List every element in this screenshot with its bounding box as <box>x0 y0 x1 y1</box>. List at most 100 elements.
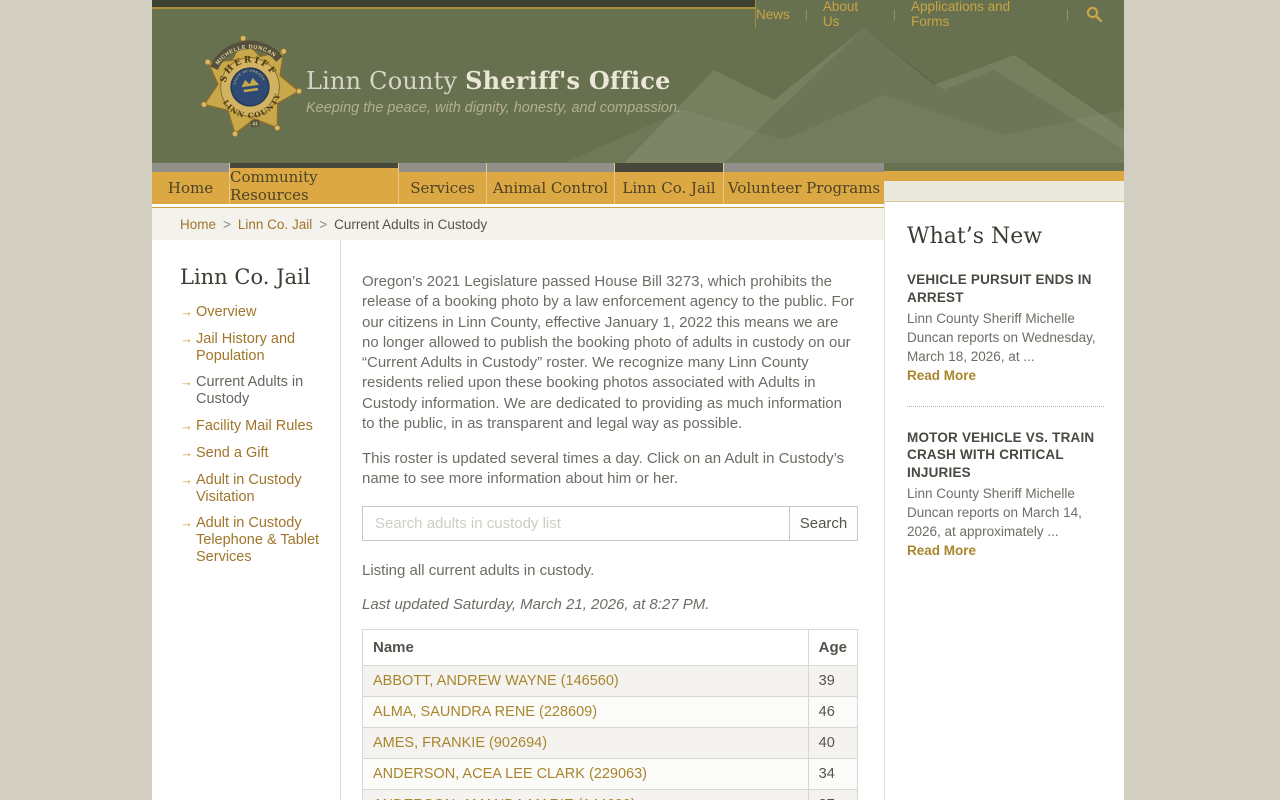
table-row: ABBOTT, ANDREW WAYNE (146560) 39 <box>362 665 859 697</box>
menu-item-facility-mail-rules[interactable]: → Facility Mail Rules <box>180 418 328 435</box>
menu-item-jail-history[interactable]: → Jail History and Population <box>180 331 328 365</box>
content-columns: Linn Co. Jail → Overview → Jail History … <box>152 240 884 800</box>
inmate-age: 34 <box>807 758 859 790</box>
inmate-name-link[interactable]: ABBOTT, ANDREW WAYNE (146560) <box>373 673 619 689</box>
jail-sidebar-title: Linn Co. Jail <box>180 265 311 289</box>
table-row: ANDERSON, ACEA LEE CLARK (229063) 34 <box>362 758 859 790</box>
tab-label: Community Resources <box>229 168 398 204</box>
separator: | <box>804 7 808 21</box>
tab-label: Linn Co. Jail <box>614 172 723 204</box>
breadcrumb: Home > Linn Co. Jail > Current Adults in… <box>152 207 884 240</box>
inmate-name-link[interactable]: AMES, FRANKIE (902694) <box>373 735 547 751</box>
utility-link-applications-forms[interactable]: Applications and Forms <box>911 0 1051 29</box>
arrow-icon: → <box>180 444 193 460</box>
tab-label: Services <box>398 172 486 204</box>
main-content: Oregon’s 2021 Legislature passed House B… <box>341 240 883 800</box>
menu-current-page[interactable]: Current Adults in Custody <box>196 374 303 407</box>
menu-item-telephone-tablet[interactable]: → Adult in Custody Telephone & Tablet Se… <box>180 515 328 565</box>
inmate-name-link[interactable]: ALMA, SAUNDRA RENE (228609) <box>373 704 597 720</box>
breadcrumb-current: Current Adults in Custody <box>334 216 488 232</box>
site-tagline: Keeping the peace, with dignity, honesty… <box>306 100 682 116</box>
news-item-excerpt: Linn County Sheriff Michelle Duncan repo… <box>907 486 1082 540</box>
site-title-regular: Linn County <box>306 67 458 95</box>
table-row: ALMA, SAUNDRA RENE (228609) 46 <box>362 696 859 728</box>
menu-link[interactable]: Jail History and Population <box>196 331 295 364</box>
tab-label: Volunteer Programs <box>723 172 884 204</box>
arrow-icon: → <box>180 471 193 487</box>
page: News | About Us | Applications and Forms… <box>152 0 1124 800</box>
jail-menu: → Overview → Jail History and Population… <box>180 304 328 566</box>
sidebar-green-strip <box>884 163 1124 171</box>
sheriff-badge-logo[interactable]: MICHELLE DUNCAN SHERIFF LINN COUNTY STAT… <box>198 34 303 140</box>
inmate-age: 39 <box>807 665 859 697</box>
intro-paragraph: Oregon’s 2021 Legislature passed House B… <box>362 273 854 432</box>
arrow-icon: → <box>180 418 193 434</box>
menu-link[interactable]: Send a Gift <box>196 445 269 461</box>
tab-linn-co-jail[interactable]: Linn Co. Jail <box>614 163 723 204</box>
news-item-excerpt: Linn County Sheriff Michelle Duncan repo… <box>907 311 1096 364</box>
breadcrumb-separator: > <box>223 216 231 232</box>
column-header-age: Age <box>807 629 859 666</box>
custody-table: Name Age ABBOTT, ANDREW WAYNE (146560) 3… <box>362 629 859 800</box>
sidebar-beige-strip <box>884 181 1124 202</box>
read-more-link[interactable]: Read More <box>907 368 976 383</box>
menu-item-overview[interactable]: → Overview <box>180 304 328 321</box>
menu-link[interactable]: Facility Mail Rules <box>196 418 313 434</box>
menu-link[interactable]: Adult in Custody Visitation <box>196 472 302 505</box>
news-item-title[interactable]: VEHICLE PURSUIT ENDS IN ARREST <box>907 271 1104 306</box>
breadcrumb-linn-co-jail[interactable]: Linn Co. Jail <box>238 217 312 232</box>
jail-sidebar: Linn Co. Jail → Overview → Jail History … <box>152 240 341 800</box>
news-item-title[interactable]: MOTOR VEHICLE VS. TRAIN CRASH WITH CRITI… <box>907 429 1104 482</box>
brand-text: Linn County Sheriff's Office Keeping the… <box>306 34 681 116</box>
arrow-icon: → <box>180 374 193 390</box>
listing-text: Listing all current adults in custody. <box>362 561 595 579</box>
breadcrumb-home[interactable]: Home <box>180 217 216 232</box>
tab-home[interactable]: Home <box>152 163 229 204</box>
inmate-name-link[interactable]: ANDERSON, ACEA LEE CLARK (229063) <box>373 766 647 782</box>
utility-link-news[interactable]: News <box>756 7 790 22</box>
menu-item-visitation[interactable]: → Adult in Custody Visitation <box>180 472 328 506</box>
utility-link-about-us[interactable]: About Us <box>823 0 878 29</box>
tab-services[interactable]: Services <box>398 163 486 204</box>
arrow-icon: → <box>180 515 193 531</box>
inmate-age: 46 <box>807 696 859 728</box>
menu-item-send-a-gift[interactable]: → Send a Gift <box>180 445 328 462</box>
tab-strip <box>398 163 486 172</box>
search-input[interactable] <box>362 505 790 541</box>
tab-label: Animal Control <box>486 172 614 204</box>
read-more-link[interactable]: Read More <box>907 543 976 558</box>
tab-volunteer-programs[interactable]: Volunteer Programs <box>723 163 884 204</box>
news-item: MOTOR VEHICLE VS. TRAIN CRASH WITH CRITI… <box>907 429 1104 560</box>
site-title-bold: Sheriff's Office <box>465 66 671 95</box>
tab-strip <box>152 163 229 172</box>
separator: | <box>892 7 897 21</box>
whats-new-sidebar: What’s New VEHICLE PURSUIT ENDS IN ARRES… <box>884 202 1124 800</box>
whats-new-title: What’s New <box>907 224 1043 249</box>
brand: MICHELLE DUNCAN SHERIFF LINN COUNTY STAT… <box>198 34 681 140</box>
tab-animal-control[interactable]: Animal Control <box>486 163 614 204</box>
arrow-icon: → <box>180 304 193 319</box>
news-sidebar-zone: What’s New VEHICLE PURSUIT ENDS IN ARRES… <box>884 163 1124 800</box>
tab-strip <box>486 163 614 172</box>
table-header-row: Name Age <box>362 629 859 666</box>
table-row: ANDERSON, AMANDA MARIE (144690) 37 <box>362 789 859 800</box>
search-button[interactable]: Search <box>790 505 858 541</box>
arrow-icon: → <box>180 330 193 346</box>
separator: | <box>1065 7 1069 21</box>
tab-strip <box>723 163 884 172</box>
roster-search: Search <box>362 505 858 541</box>
last-updated-text: Last updated Saturday, March 21, 2026, a… <box>362 595 710 613</box>
svg-text:41: 41 <box>252 121 259 128</box>
site-title: Linn County Sheriff's Office <box>306 66 681 95</box>
tab-community-resources[interactable]: Community Resources <box>229 163 398 204</box>
menu-item-current-adults[interactable]: → Current Adults in Custody <box>180 374 328 408</box>
sidebar-gold-strip <box>884 171 1124 181</box>
main-nav: Home Community Resources Services Animal… <box>152 163 884 207</box>
menu-link[interactable]: Overview <box>196 304 256 320</box>
top-utility-bar: News | About Us | Applications and Forms… <box>152 0 1124 29</box>
inmate-age: 40 <box>807 727 859 759</box>
table-row: AMES, FRANKIE (902694) 40 <box>362 727 859 759</box>
roster-note-paragraph: This roster is updated several times a d… <box>362 450 845 488</box>
search-icon[interactable] <box>1086 6 1102 22</box>
menu-link[interactable]: Adult in Custody Telephone & Tablet Serv… <box>196 515 319 565</box>
